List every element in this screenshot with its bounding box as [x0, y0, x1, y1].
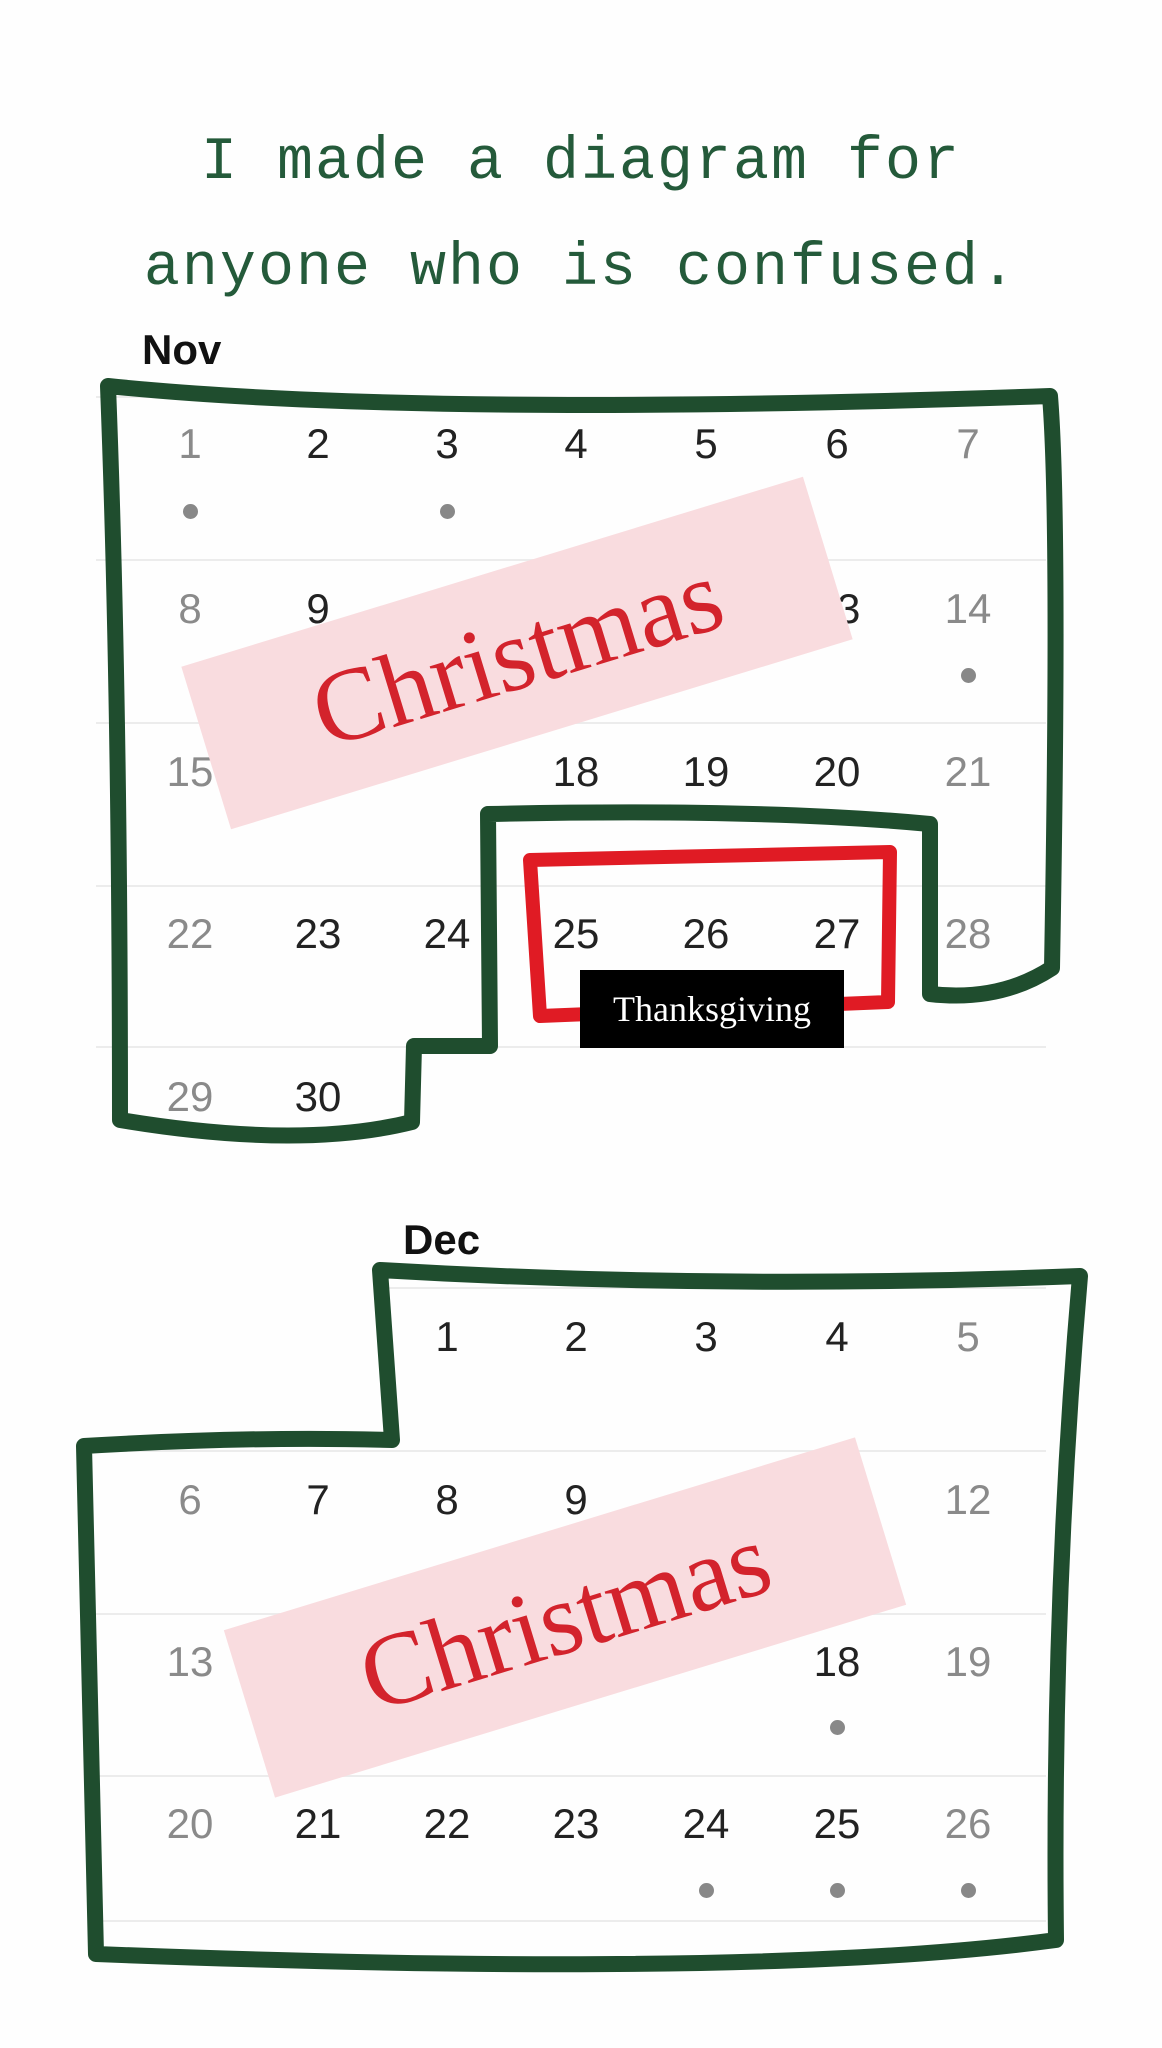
thanksgiving-label-text: Thanksgiving	[613, 989, 811, 1029]
thanksgiving-label: Thanksgiving	[580, 970, 844, 1048]
